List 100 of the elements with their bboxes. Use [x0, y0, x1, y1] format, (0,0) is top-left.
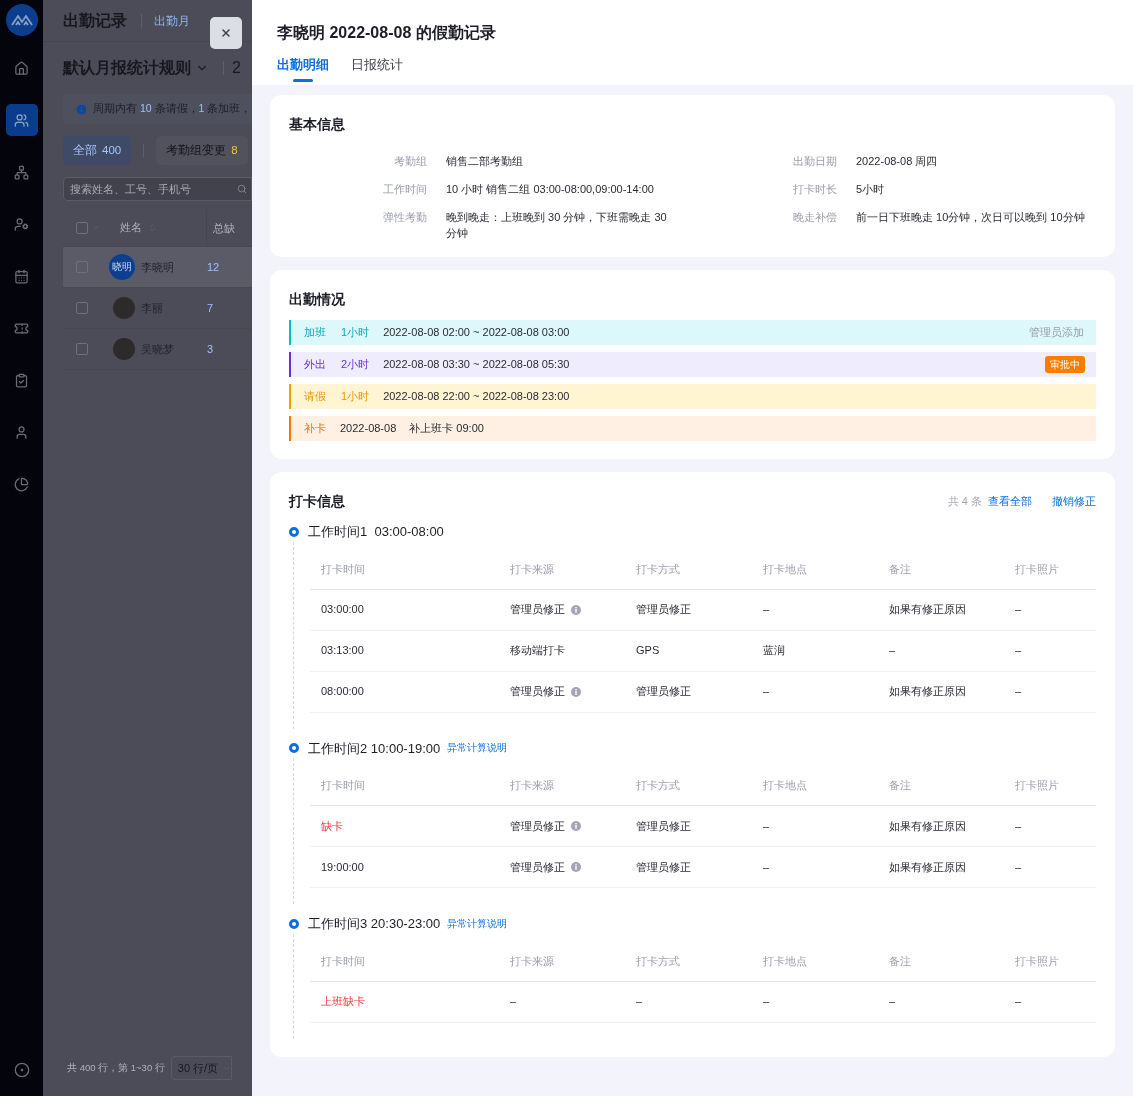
date-text: 2 [232, 58, 241, 78]
column-header: 打卡照片 [1015, 779, 1059, 792]
record-time: 2022-08-08 02:00 ~ 2022-08-08 03:00 [383, 325, 570, 341]
page-tab[interactable]: 出勤月 [154, 11, 190, 30]
home-icon [14, 60, 29, 76]
field-value: 10 小时 销售二组 03:00-08:00,09:00-14:00 [446, 182, 655, 197]
column-header[interactable]: 姓名 [120, 219, 148, 236]
column-header: 备注 [889, 779, 911, 792]
avatar-placeholder [113, 297, 135, 319]
field-label: 打卡时长 [792, 182, 837, 197]
field-value: 前一日下班晚走 10分钟，次日可以晚到 10分钟 [856, 210, 1086, 225]
close-button[interactable] [210, 17, 242, 49]
field-label: 工作时间 [382, 182, 427, 197]
punch-time: 上班缺卡 [321, 995, 365, 1008]
timeline-dot-icon [289, 526, 299, 537]
record-time: 2022-08-08 22:00 ~ 2022-08-08 23:00 [383, 389, 570, 405]
table-cell: – [889, 995, 896, 1008]
table-cell-text: 3 [207, 341, 214, 357]
checkbox[interactable] [76, 221, 88, 234]
punch-time: 19:00:00 [321, 860, 364, 873]
column-header: 打卡来源 [510, 562, 554, 575]
table-cell: 如果有修正原因 [889, 603, 966, 616]
column-header: 打卡地点 [763, 779, 807, 792]
org-chart-icon [14, 164, 29, 180]
field-label: 弹性考勤 [382, 210, 427, 225]
field-value: 销售二部考勤组 [446, 154, 524, 169]
record-type: 加班 [304, 325, 326, 341]
table-cell: GPS [636, 644, 660, 657]
table-cell: 管理员修正 [636, 603, 691, 616]
record-note: 管理员添加 [1029, 325, 1084, 341]
record-detail: 补上班卡 09:00 [409, 421, 484, 437]
table-cell: 管理员修正 [636, 819, 691, 832]
column-header: 总缺 [206, 208, 235, 247]
checkbox[interactable] [76, 343, 88, 355]
table-cell: – [1015, 819, 1022, 832]
filter-chip[interactable]: 全部 400 [63, 136, 132, 165]
column-header: 打卡地点 [763, 562, 807, 575]
avatar: 晓明 [109, 254, 135, 280]
revoke-link[interactable]: 撤销修正 [1052, 493, 1096, 510]
info-icon [571, 862, 581, 872]
table-cell-text: 管理员修正 [510, 859, 565, 875]
record-duration: 1小时 [341, 389, 370, 405]
filter-chip[interactable]: 考勤组变更 8 [156, 136, 248, 165]
table-cell: 管理员修正 [636, 685, 691, 698]
table-cell: – [1015, 995, 1022, 1008]
tab[interactable]: 日报统计 [351, 56, 403, 82]
table-cell-text: 12 [207, 259, 220, 275]
shift-title: 工作时间2 10:00-19:00 [308, 739, 441, 758]
table-cell: – [763, 819, 770, 832]
search-field[interactable]: 搜索姓名、工号、手机号 [63, 177, 252, 201]
settings-icon[interactable] [13, 1062, 30, 1078]
column-header: 打卡方式 [636, 562, 680, 575]
table-cell: – [763, 995, 770, 1008]
column-header: 打卡方式 [636, 779, 680, 792]
explanation-link[interactable]: 异常计算说明 [447, 741, 508, 756]
info-icon [571, 821, 581, 831]
record-type: 请假 [304, 389, 326, 405]
table-cell: – [763, 603, 770, 616]
explanation-link[interactable]: 异常计算说明 [447, 916, 508, 931]
table-cell-text: 管理员修正 [510, 684, 565, 700]
users-icon [14, 112, 29, 128]
shift-title: 工作时间3 20:30-23:00 [308, 915, 441, 933]
table-cell: 如果有修正原因 [889, 819, 966, 832]
field-value: 晚到晚走：上班晚到 30 分钟，下班需晚走 30 分钟 [446, 210, 668, 241]
column-header: 打卡来源 [510, 954, 554, 967]
column-header: 打卡地点 [763, 954, 807, 967]
search-icon [237, 184, 247, 194]
view-all-link[interactable]: 查看全部 [988, 493, 1032, 510]
column-header: 打卡方式 [636, 954, 680, 967]
record-time: 2022-08-08 [340, 421, 397, 437]
ticket-icon [14, 320, 29, 336]
column-header: 打卡时间 [321, 562, 365, 575]
field-value: 5小时 [856, 182, 886, 197]
timeline-dot-icon [289, 743, 299, 754]
table-cell: – [1015, 644, 1022, 657]
tab[interactable]: 出勤明细 [277, 56, 329, 82]
info-icon [75, 102, 88, 116]
field-value: 2022-08-08 周四 [856, 154, 939, 169]
shift-title: 工作时间1 03:00-08:00 [308, 523, 444, 541]
checkbox[interactable] [76, 302, 88, 314]
punch-time: 08:00:00 [321, 685, 364, 698]
section-title: 出勤情况 [289, 290, 346, 309]
info-icon [571, 686, 581, 697]
avatar-placeholder [113, 338, 135, 360]
punch-time: 缺卡 [321, 819, 343, 832]
nav-item[interactable] [5, 104, 38, 136]
record-duration: 2小时 [341, 357, 370, 373]
status-badge: 审批中 [1045, 356, 1085, 373]
table-cell-text: 7 [207, 300, 214, 316]
table-cell-text: 管理员修正 [510, 818, 565, 834]
logo-icon [5, 4, 38, 36]
table-cell: – [1015, 860, 1022, 873]
pie-chart-icon [14, 476, 29, 492]
column-header: 打卡来源 [510, 779, 554, 792]
pagination-summary: 共 400 行，第 1~30 行 [67, 1060, 165, 1075]
record-type: 补卡 [304, 421, 326, 437]
close-icon [220, 27, 232, 39]
table-cell: – [1015, 685, 1022, 698]
user-settings-icon [14, 216, 29, 232]
field-label: 考勤组 [393, 154, 427, 169]
